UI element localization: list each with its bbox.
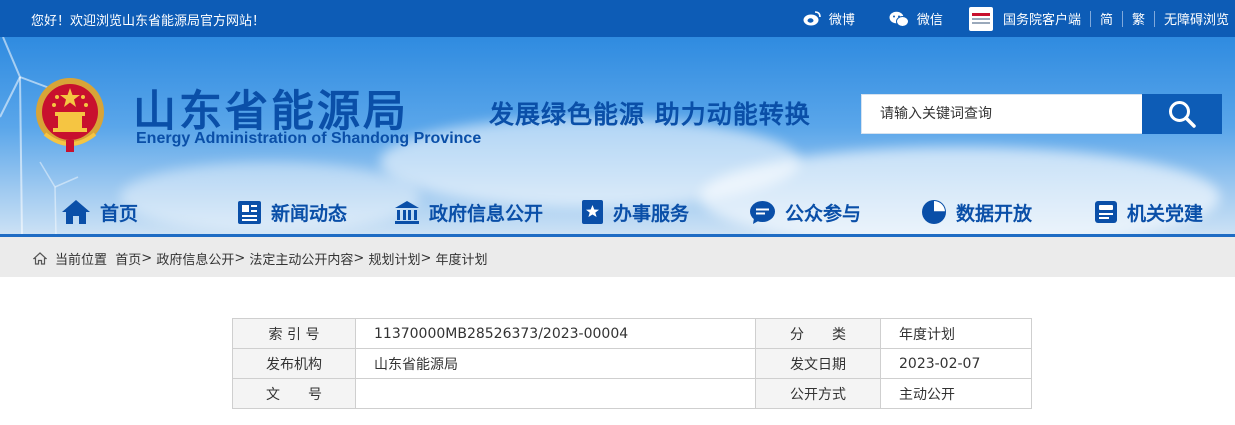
meta-value-date: 2023-02-07 bbox=[880, 348, 1032, 379]
divider bbox=[1153, 10, 1155, 27]
nav-item-participation[interactable]: 公众参与 bbox=[749, 190, 861, 234]
id-card-icon bbox=[1095, 201, 1117, 223]
welcome-text: 您好！欢迎浏览山东省能源局官方网站！ bbox=[31, 14, 266, 29]
nav-label: 政府信息公开 bbox=[429, 202, 544, 225]
top-bar: 您好！欢迎浏览山东省能源局官方网站！ 微博 微信 国务院客户端 简 繁 无障碍浏… bbox=[0, 0, 1235, 37]
nav-label: 公众参与 bbox=[785, 202, 862, 225]
chat-bubble-icon bbox=[750, 200, 775, 224]
divider bbox=[1121, 10, 1123, 27]
slogan: 发展绿色能源 助力动能转换 bbox=[489, 100, 811, 129]
meta-label-disclosure-method: 公开方式 bbox=[755, 378, 881, 409]
meta-value-index: 11370000MB28526373/2023-00004 bbox=[355, 318, 756, 349]
meta-label-date: 发文日期 bbox=[755, 348, 881, 379]
nav-label: 数据开放 bbox=[956, 202, 1033, 225]
main-nav: 首页 新闻动态 政府信息公开 办事服务 公众参与 数据开放 机关党建 bbox=[0, 190, 1235, 234]
home-icon bbox=[62, 200, 90, 224]
meta-label-index: 索 引 号 bbox=[232, 318, 356, 349]
traditional-label: 繁 bbox=[1131, 13, 1145, 28]
breadcrumb-separator: > bbox=[234, 251, 246, 266]
meta-label-publisher: 发布机构 bbox=[232, 348, 356, 379]
guowuyuan-app-icon bbox=[968, 6, 993, 31]
meta-label-category: 分 类 bbox=[755, 318, 881, 349]
wechat-icon bbox=[889, 11, 909, 27]
search-input[interactable] bbox=[861, 94, 1142, 134]
meta-value-disclosure-method: 主动公开 bbox=[880, 378, 1032, 409]
nav-label: 办事服务 bbox=[613, 202, 690, 225]
home-icon bbox=[33, 252, 47, 265]
breadcrumb-separator: > bbox=[141, 251, 153, 266]
breadcrumb-separator: > bbox=[353, 251, 365, 266]
simplified-label: 简 bbox=[1099, 13, 1113, 28]
breadcrumb-bar: 当前位置 首页 > 政府信息公开 > 法定主动公开内容 > 规划计划 > 年度计… bbox=[0, 237, 1235, 277]
nav-item-home[interactable]: 首页 bbox=[61, 190, 138, 234]
meta-label-doc-number: 文 号 bbox=[232, 378, 356, 409]
nav-item-party-building[interactable]: 机关党建 bbox=[1094, 190, 1203, 234]
simplified-chinese-link[interactable]: 简 bbox=[1100, 0, 1113, 37]
nav-label: 首页 bbox=[100, 202, 139, 225]
newspaper-icon bbox=[238, 200, 261, 224]
breadcrumb-item-legal-disclosure[interactable]: 法定主动公开内容 bbox=[249, 249, 353, 268]
accessible-browse-link[interactable]: 无障碍浏览 bbox=[1164, 0, 1229, 37]
pie-chart-icon bbox=[922, 200, 946, 224]
breadcrumb-item-planning[interactable]: 规划计划 bbox=[368, 249, 420, 268]
weixin-label: 微信 bbox=[916, 13, 943, 28]
divider bbox=[1089, 10, 1091, 27]
top-tools: 微博 微信 国务院客户端 简 繁 无障碍浏览 bbox=[803, 0, 1235, 37]
search-button[interactable] bbox=[1142, 94, 1222, 134]
meta-value-category: 年度计划 bbox=[880, 318, 1032, 349]
nav-item-news[interactable]: 新闻动态 bbox=[237, 190, 347, 234]
meta-value-doc-number bbox=[355, 378, 756, 409]
nav-item-services[interactable]: 办事服务 bbox=[581, 190, 689, 234]
breadcrumb-separator: > bbox=[420, 251, 432, 266]
search-icon bbox=[1169, 101, 1196, 128]
search-box bbox=[861, 94, 1222, 134]
national-emblem-logo bbox=[36, 78, 104, 152]
nav-item-open-data[interactable]: 数据开放 bbox=[921, 190, 1032, 234]
document-meta-table: 索 引 号 11370000MB28526373/2023-00004 分 类 … bbox=[232, 318, 1032, 409]
breadcrumb-item-annual-plan[interactable]: 年度计划 bbox=[436, 249, 488, 268]
meta-value-publisher: 山东省能源局 bbox=[355, 348, 756, 379]
breadcrumb: 当前位置 首页 > 政府信息公开 > 法定主动公开内容 > 规划计划 > 年度计… bbox=[33, 249, 488, 268]
nav-label: 机关党建 bbox=[1127, 202, 1204, 225]
nav-label: 新闻动态 bbox=[271, 202, 348, 225]
accessible-label: 无障碍浏览 bbox=[1163, 13, 1229, 28]
weibo-icon bbox=[803, 11, 821, 26]
breadcrumb-item-home[interactable]: 首页 bbox=[115, 249, 141, 268]
table-row: 索 引 号 11370000MB28526373/2023-00004 分 类 … bbox=[232, 318, 1032, 349]
weixin-link[interactable]: 微信 bbox=[889, 0, 943, 37]
government-building-icon bbox=[395, 200, 419, 224]
traditional-chinese-link[interactable]: 繁 bbox=[1132, 0, 1145, 37]
weibo-link[interactable]: 微博 bbox=[803, 0, 855, 37]
guowuyuan-label: 国务院客户端 bbox=[1002, 13, 1081, 28]
breadcrumb-item-gov-info[interactable]: 政府信息公开 bbox=[156, 249, 234, 268]
site-title-english: Energy Administration of Shandong Provin… bbox=[136, 130, 482, 147]
guowuyuan-link[interactable]: 国务院客户端 bbox=[968, 0, 1081, 37]
weibo-label: 微博 bbox=[828, 13, 855, 28]
bookmark-star-icon bbox=[582, 200, 603, 224]
table-row: 文 号 公开方式 主动公开 bbox=[232, 378, 1032, 409]
table-row: 发布机构 山东省能源局 发文日期 2023-02-07 bbox=[232, 348, 1032, 379]
breadcrumb-prefix: 当前位置 bbox=[55, 253, 108, 268]
nav-item-gov-info[interactable]: 政府信息公开 bbox=[394, 190, 543, 234]
